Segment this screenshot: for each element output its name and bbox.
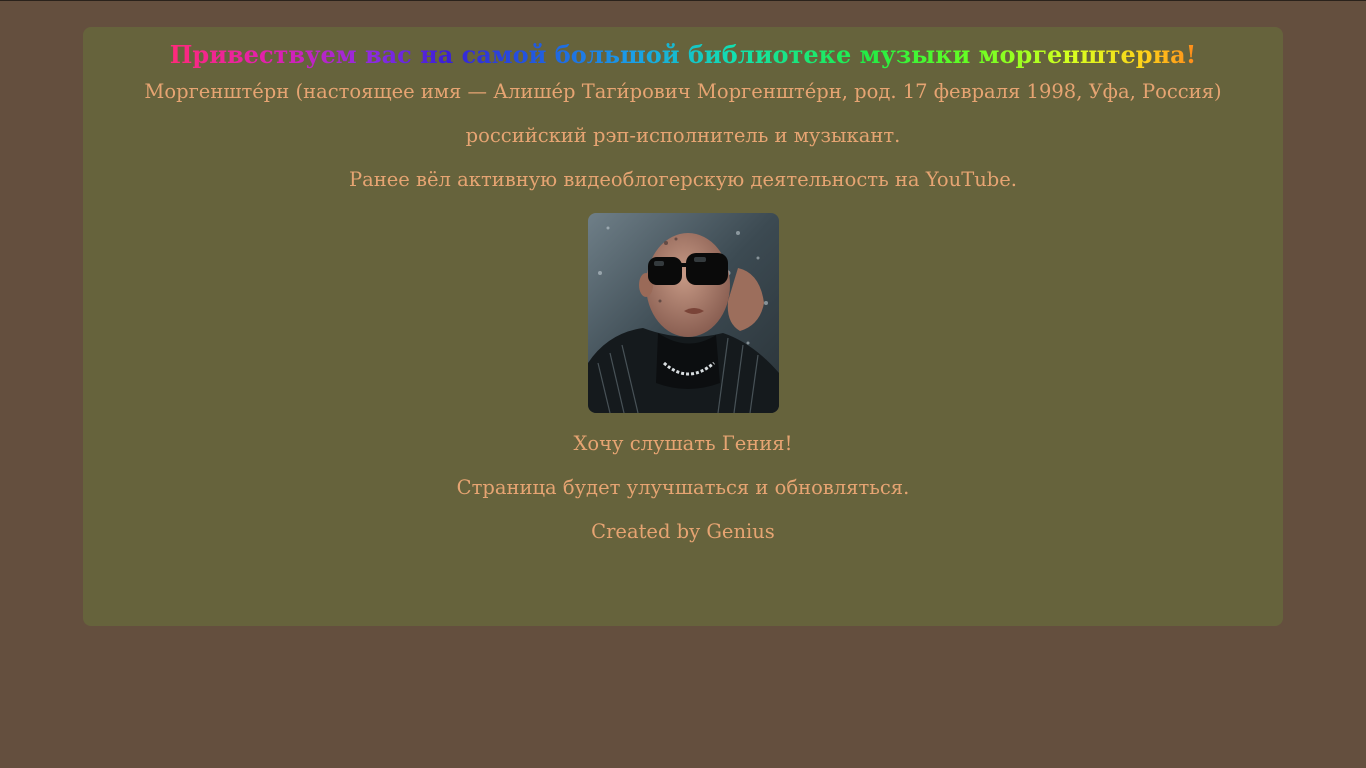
content-panel: Привествуем вас на самой большой библиот…: [83, 27, 1283, 626]
page-title: Привествуем вас на самой большой библиот…: [83, 40, 1283, 70]
artist-photo: [588, 213, 779, 413]
artist-photo-image: [588, 213, 779, 413]
window-top-border: [0, 0, 1366, 1]
bio-line-youtube: Ранее вёл активную видеоблогерскую деяте…: [349, 168, 1017, 191]
listen-link[interactable]: Хочу слушать Гения!: [83, 432, 1283, 456]
page-title-text: Привествуем вас на самой большой библиот…: [169, 40, 1197, 69]
bio-line-occupation: российский рэп-исполнитель и музыкант.: [465, 124, 901, 147]
bio-line-name: Моргенште́рн (настоящее имя — Алише́р Та…: [144, 80, 1222, 103]
author-credit: Created by Genius: [591, 520, 775, 543]
update-notice: Страница будет улучшаться и обновляться.: [456, 476, 910, 499]
